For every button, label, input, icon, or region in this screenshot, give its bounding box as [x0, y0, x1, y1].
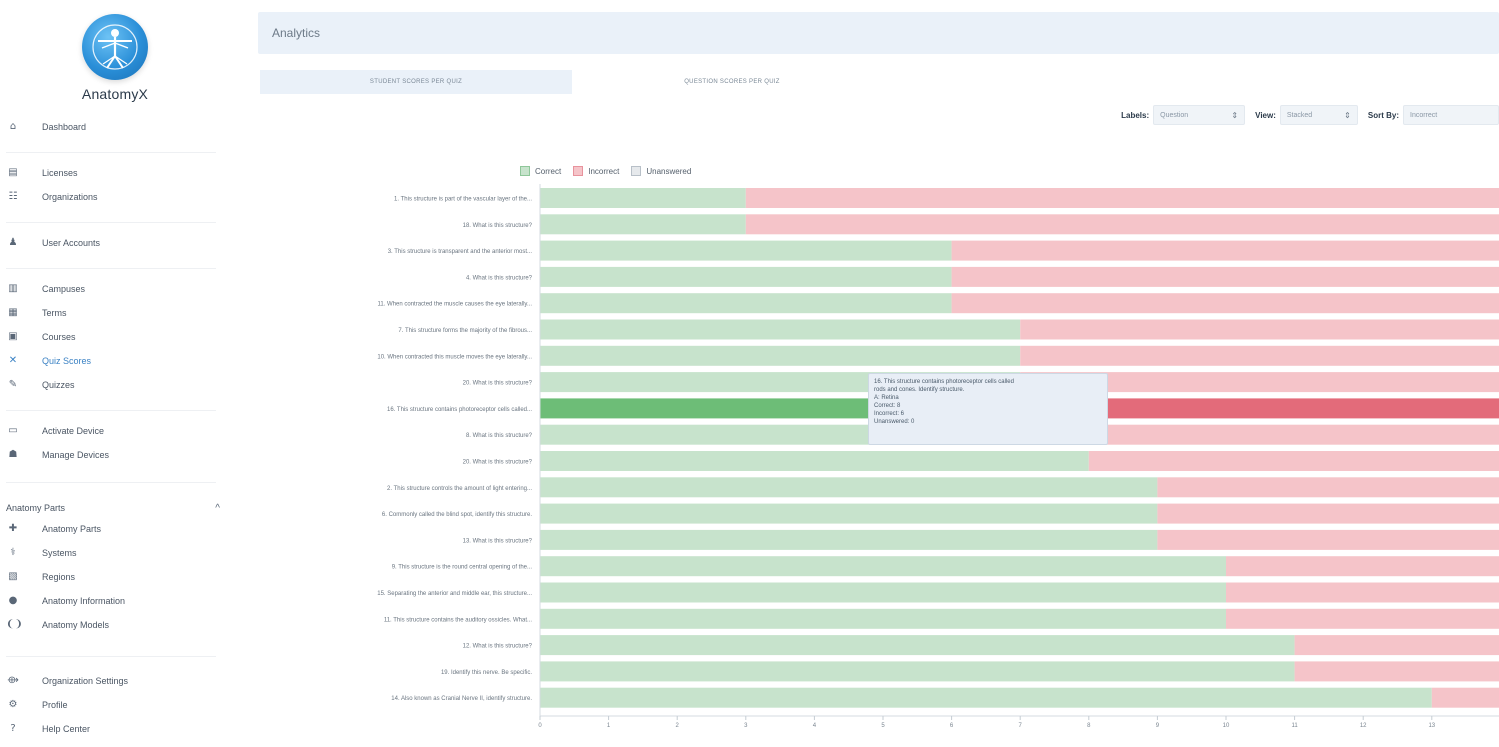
bar-incorrect[interactable] [1431, 687, 1499, 708]
bar-correct[interactable] [540, 293, 952, 314]
bar-incorrect[interactable] [1294, 635, 1499, 656]
bar-correct[interactable] [540, 635, 1295, 656]
bar-correct[interactable] [540, 266, 952, 287]
bar-incorrect[interactable] [951, 240, 1499, 261]
x-tick-label: 5 [881, 723, 885, 729]
bar-incorrect[interactable] [951, 266, 1499, 287]
x-tick-label: 6 [950, 723, 954, 729]
bar-incorrect[interactable] [1157, 529, 1499, 550]
category-label: 10. When contracted this muscle moves th… [377, 354, 532, 360]
bar-incorrect[interactable] [951, 293, 1499, 314]
category-label: 9. This structure is the round central o… [392, 565, 533, 571]
bar-incorrect[interactable] [745, 188, 1499, 208]
bar-incorrect[interactable] [1020, 345, 1499, 366]
app-root: AnatomyX ⌂ Dashboard ▤ Licenses ☷ Organizatio… [0, 0, 1499, 747]
bar-correct[interactable] [540, 503, 1158, 524]
bar-correct[interactable] [540, 451, 1089, 471]
x-tick-label: 9 [1156, 723, 1160, 729]
category-label: 15. Separating the anterior and middle e… [377, 591, 532, 597]
x-tick-label: 2 [676, 723, 680, 729]
category-label: 12. What is this structure? [463, 644, 533, 650]
bar-correct[interactable] [540, 556, 1226, 577]
chart-tooltip: 16. This structure contains photorecepto… [868, 373, 1108, 445]
bar-correct[interactable] [540, 319, 1021, 340]
bar-correct[interactable] [540, 687, 1432, 708]
bar-incorrect[interactable] [745, 214, 1499, 235]
category-label: 2. This structure controls the amount of… [387, 486, 532, 492]
tooltip-unanswered: Unanswered: 0 [874, 419, 915, 425]
bar-correct[interactable] [540, 345, 1021, 366]
bar-incorrect[interactable] [1226, 582, 1499, 603]
bar-incorrect[interactable] [1088, 451, 1499, 471]
tooltip-correct: Correct: 8 [874, 403, 901, 409]
category-label: 7. This structure forms the majority of … [398, 328, 532, 334]
bar-correct[interactable] [540, 661, 1295, 682]
category-label: 1. This structure is part of the vascula… [394, 197, 532, 203]
category-label: 20. What is this structure? [463, 460, 533, 466]
x-tick-label: 7 [1019, 723, 1023, 729]
x-tick-label: 8 [1087, 723, 1091, 729]
category-label: 20. What is this structure? [463, 381, 533, 387]
tooltip-answer: A: Retina [874, 395, 899, 401]
x-tick-label: 13 [1428, 723, 1435, 729]
x-tick-label: 1 [607, 723, 611, 729]
bar-incorrect[interactable] [1020, 319, 1499, 340]
tooltip-line: rods and cones. Identify structure. [874, 387, 965, 393]
category-label: 11. When contracted the muscle causes th… [377, 302, 532, 308]
bar-incorrect[interactable] [1226, 556, 1499, 577]
bar-incorrect[interactable] [1294, 661, 1499, 682]
x-tick-label: 11 [1291, 723, 1298, 729]
category-label: 3. This structure is transparent and the… [388, 249, 533, 255]
tooltip-incorrect: Incorrect: 6 [874, 411, 905, 417]
quiz-question-chart: 1. This structure is part of the vascula… [377, 184, 1499, 729]
bar-incorrect[interactable] [1157, 503, 1499, 524]
x-tick-label: 0 [538, 723, 542, 729]
bar-correct[interactable] [540, 608, 1226, 629]
bar-correct[interactable] [540, 188, 746, 208]
x-tick-label: 3 [744, 723, 748, 729]
x-tick-label: 12 [1360, 723, 1367, 729]
category-label: 11. This structure contains the auditory… [384, 617, 533, 623]
category-label: 18. What is this structure? [463, 223, 533, 229]
category-label: 8. What is this structure? [466, 433, 533, 439]
category-label: 14. Also known as Cranial Nerve II, iden… [391, 696, 532, 702]
bar-correct[interactable] [540, 477, 1158, 498]
bar-incorrect[interactable] [1088, 424, 1499, 445]
category-label: 16. This structure contains photorecepto… [387, 407, 532, 413]
category-label: 13. What is this structure? [463, 538, 533, 544]
bar-correct[interactable] [540, 214, 746, 235]
tooltip-line: 16. This structure contains photorecepto… [874, 379, 1014, 385]
bar-incorrect[interactable] [1157, 477, 1499, 498]
x-tick-label: 10 [1223, 723, 1230, 729]
bar-correct[interactable] [540, 582, 1226, 603]
bar-incorrect[interactable] [1226, 608, 1499, 629]
x-tick-label: 4 [813, 723, 817, 729]
bar-correct[interactable] [540, 529, 1158, 550]
bar-correct[interactable] [540, 240, 952, 261]
category-label: 4. What is this structure? [466, 275, 533, 281]
category-label: 19. Identify this nerve. Be specific. [441, 670, 532, 676]
bar-incorrect[interactable] [1088, 398, 1499, 419]
category-label: 6. Commonly called the blind spot, ident… [382, 512, 532, 518]
